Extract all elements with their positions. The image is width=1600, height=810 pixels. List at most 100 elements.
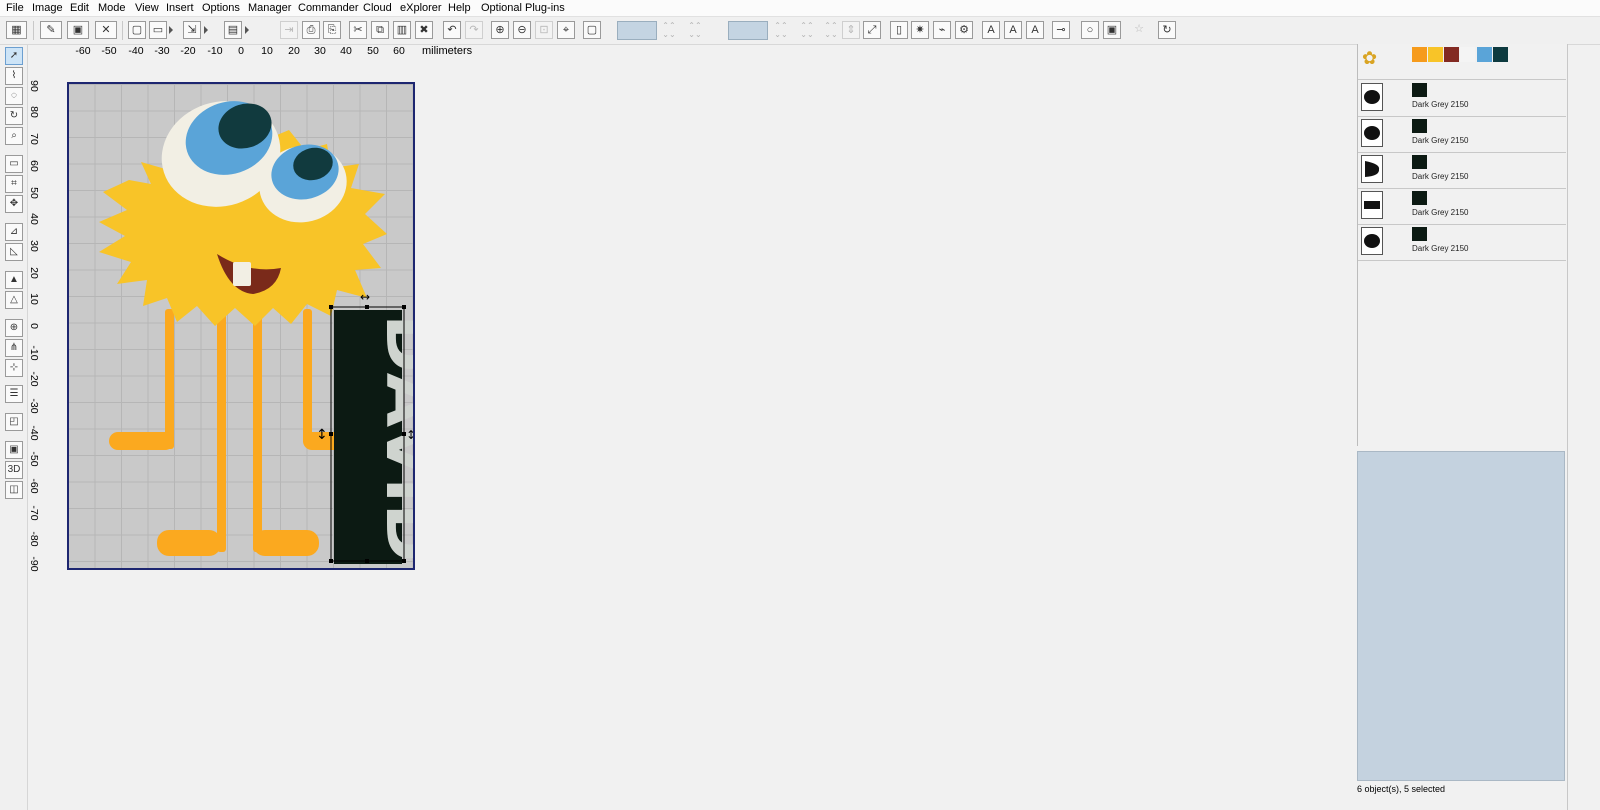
- resize-vertical-icon[interactable]: ↕: [316, 427, 328, 443]
- width-spinner[interactable]: ⌃⌃ ⌄⌄: [658, 21, 680, 40]
- hoop-icon[interactable]: ▢: [583, 21, 601, 39]
- select-all-icon[interactable]: ⌖: [557, 21, 575, 39]
- save-icon[interactable]: ▤: [224, 21, 242, 39]
- trash-icon[interactable]: ▯: [890, 21, 908, 39]
- palette-color-2[interactable]: [1428, 47, 1443, 62]
- cut-icon[interactable]: ✂: [349, 21, 367, 39]
- object-row[interactable]: Dark Grey 2150: [1358, 80, 1566, 117]
- embroidery-design[interactable]: DAVID ↔ ↕ ↕: [69, 84, 413, 568]
- palette-color-4[interactable]: [1460, 47, 1475, 62]
- wizard-icon[interactable]: ✎: [40, 21, 62, 39]
- rect-select-icon[interactable]: ▭: [5, 155, 23, 173]
- move-icon[interactable]: ✥: [5, 195, 23, 213]
- resize-vertical-right-icon[interactable]: ↕: [406, 428, 413, 442]
- crop-icon[interactable]: ⌗: [5, 175, 23, 193]
- menu-help[interactable]: Help: [448, 1, 471, 15]
- resize-horizontal-icon[interactable]: ↔: [360, 290, 370, 304]
- open-dropdown-icon[interactable]: [169, 26, 173, 34]
- layers-icon[interactable]: ☰: [5, 385, 23, 403]
- key-icon[interactable]: ⊸: [1052, 21, 1070, 39]
- paste-icon[interactable]: ▥: [393, 21, 411, 39]
- menu-commander[interactable]: Commander: [298, 1, 359, 15]
- menu-edit[interactable]: Edit: [70, 1, 89, 15]
- save-dropdown-icon[interactable]: [245, 26, 249, 34]
- palette-color-3[interactable]: [1444, 47, 1459, 62]
- mirror-v-icon[interactable]: ◺: [5, 243, 23, 261]
- design-thumbnail-icon[interactable]: ✿: [1362, 47, 1380, 73]
- zoom-out-icon[interactable]: ⊖: [513, 21, 531, 39]
- menu-insert[interactable]: Insert: [166, 1, 194, 15]
- palette-color-1[interactable]: [1412, 47, 1427, 62]
- zoom-fit-icon[interactable]: ⊡: [535, 21, 553, 39]
- 3d-icon[interactable]: 3D: [5, 461, 23, 479]
- lasso-icon[interactable]: ◌: [5, 87, 23, 105]
- menu-file[interactable]: File: [6, 1, 24, 15]
- refresh-icon[interactable]: ↻: [1158, 21, 1176, 39]
- import-icon[interactable]: ⇲: [183, 21, 201, 39]
- print-icon[interactable]: ⎙: [302, 21, 320, 39]
- menu-explorer[interactable]: eXplorer: [400, 1, 442, 15]
- circle-icon[interactable]: ○: [1081, 21, 1099, 39]
- new-design-icon[interactable]: ▦: [6, 21, 27, 39]
- delete-icon[interactable]: ✖: [415, 21, 433, 39]
- triangle-icon[interactable]: △: [5, 291, 23, 309]
- hoop-view-icon[interactable]: ◰: [5, 413, 23, 431]
- autodigitize-icon[interactable]: ✕: [95, 21, 117, 39]
- height-spinner[interactable]: ⌃⌃ ⌄⌄: [684, 21, 706, 40]
- redo-icon[interactable]: ↷: [465, 21, 483, 39]
- copy-icon[interactable]: ⧉: [371, 21, 389, 39]
- photo-view-icon[interactable]: ◫: [5, 481, 23, 499]
- open-folder-icon[interactable]: ▭: [149, 21, 167, 39]
- effects-icon[interactable]: ✷: [911, 21, 929, 39]
- palette-color-6[interactable]: [1493, 47, 1508, 62]
- object-row[interactable]: Dark Grey 2150: [1358, 116, 1566, 153]
- menu-manager[interactable]: Manager: [248, 1, 291, 15]
- width-input[interactable]: [617, 21, 657, 40]
- pdf-icon[interactable]: ⎘: [323, 21, 341, 39]
- menu-options[interactable]: Options: [202, 1, 240, 15]
- object-row[interactable]: Dark Grey 2150: [1358, 224, 1566, 261]
- center-icon[interactable]: ⊕: [5, 319, 23, 337]
- palette-color-5[interactable]: [1477, 47, 1492, 62]
- resize-icon[interactable]: ⤢: [863, 21, 881, 39]
- size-spinner-2[interactable]: ⌃⌃ ⌄⌄: [796, 21, 818, 40]
- magnify-icon[interactable]: ⌕: [5, 127, 23, 145]
- hoop-canvas[interactable]: DAVID ↔ ↕ ↕: [67, 82, 415, 570]
- menu-view[interactable]: View: [135, 1, 159, 15]
- new-file-icon[interactable]: ▢: [128, 21, 146, 39]
- size-input[interactable]: [728, 21, 768, 40]
- size-spinner-3[interactable]: ⌃⌃ ⌄⌄: [820, 21, 842, 40]
- thread-swatch: [1412, 191, 1427, 205]
- size-spinner-1[interactable]: ⌃⌃ ⌄⌄: [770, 21, 792, 40]
- undo-icon[interactable]: ↶: [443, 21, 461, 39]
- object-row[interactable]: Dark Grey 2150: [1358, 188, 1566, 225]
- text-outline-icon[interactable]: A: [1026, 21, 1044, 39]
- menu-image[interactable]: Image: [32, 1, 63, 15]
- rotate-icon[interactable]: ↻: [5, 107, 23, 125]
- object-row[interactable]: Dark Grey 2150: [1358, 152, 1566, 189]
- monster-legs[interactable]: [109, 309, 343, 556]
- reshape-icon[interactable]: ⌇: [5, 67, 23, 85]
- distribute-v-icon[interactable]: ⊹: [5, 359, 23, 377]
- menu-optional-plugins[interactable]: Optional Plug-ins: [481, 1, 565, 15]
- lock-ratio-icon[interactable]: ⇕: [842, 21, 860, 39]
- thread-label: Dark Grey 2150: [1412, 244, 1469, 253]
- text-a-icon[interactable]: A: [982, 21, 1000, 39]
- export-icon[interactable]: ⇥: [280, 21, 298, 39]
- frame-icon[interactable]: ▣: [5, 441, 23, 459]
- star-icon[interactable]: ☆: [1130, 21, 1148, 39]
- disk-icon[interactable]: ▣: [1103, 21, 1121, 39]
- import-dropdown-icon[interactable]: [204, 26, 208, 34]
- distribute-h-icon[interactable]: ⋔: [5, 339, 23, 357]
- settings-icon[interactable]: ⚙: [955, 21, 973, 39]
- chart-icon[interactable]: ⌁: [933, 21, 951, 39]
- menu-mode[interactable]: Mode: [98, 1, 126, 15]
- photo-icon[interactable]: ▣: [67, 21, 89, 39]
- select-arrow-icon[interactable]: ➚: [5, 47, 23, 65]
- mirror-h-icon[interactable]: ⊿: [5, 223, 23, 241]
- align-icon[interactable]: ▲: [5, 271, 23, 289]
- zoom-in-icon[interactable]: ⊕: [491, 21, 509, 39]
- text-effect-icon[interactable]: A: [1004, 21, 1022, 39]
- menu-cloud[interactable]: Cloud: [363, 1, 392, 15]
- lettering-david[interactable]: DAVID: [330, 306, 413, 564]
